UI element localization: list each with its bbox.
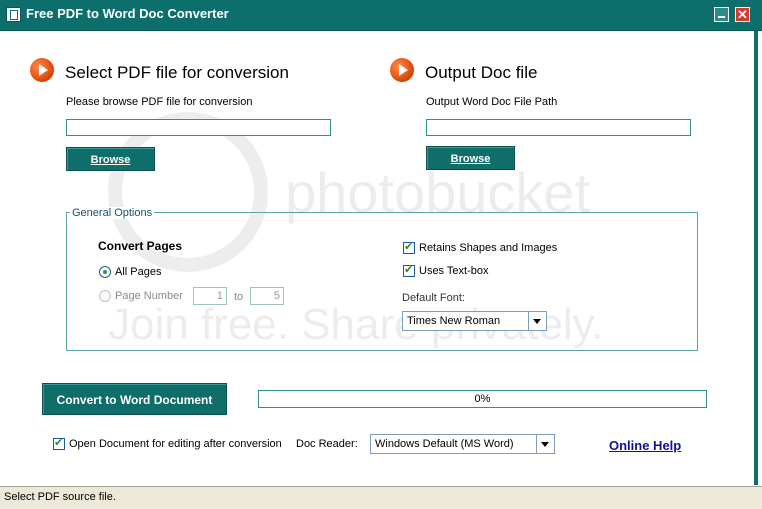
retain-shapes-label[interactable]: Retains Shapes and Images bbox=[419, 242, 557, 254]
play-arrow-icon bbox=[30, 58, 54, 82]
close-button[interactable]: ✕ bbox=[735, 7, 750, 22]
input-section-description: Please browse PDF file for conversion bbox=[66, 96, 253, 108]
page-to-input[interactable]: 5 bbox=[250, 287, 284, 305]
output-section-description: Output Word Doc File Path bbox=[426, 96, 558, 108]
default-font-value: Times New Roman bbox=[407, 315, 501, 327]
doc-reader-label: Doc Reader: bbox=[296, 438, 358, 450]
use-textbox-checkbox[interactable] bbox=[403, 263, 415, 277]
chevron-down-icon[interactable] bbox=[528, 312, 546, 330]
close-icon: ✕ bbox=[737, 7, 748, 22]
open-doc-label[interactable]: Open Document for editing after conversi… bbox=[69, 438, 282, 450]
input-section-heading: Select PDF file for conversion bbox=[65, 63, 289, 82]
default-font-label: Default Font: bbox=[402, 292, 465, 304]
general-options-group bbox=[66, 212, 698, 351]
page-range-to-label: to bbox=[234, 291, 244, 303]
convert-button[interactable]: Convert to Word Document bbox=[42, 383, 227, 415]
page-from-input[interactable]: 1 bbox=[193, 287, 227, 305]
status-text: Select PDF source file. bbox=[4, 491, 116, 503]
open-doc-checkbox[interactable] bbox=[53, 436, 65, 450]
output-section-heading: Output Doc file bbox=[425, 63, 538, 82]
chevron-down-icon[interactable] bbox=[536, 435, 554, 453]
progress-bar: 0% bbox=[258, 390, 707, 408]
browse-doc-button[interactable]: Browse bbox=[426, 146, 515, 170]
doc-path-input[interactable] bbox=[426, 119, 691, 136]
doc-reader-value: Windows Default (MS Word) bbox=[375, 438, 514, 450]
default-font-select[interactable]: Times New Roman bbox=[402, 311, 547, 331]
play-arrow-icon bbox=[390, 58, 414, 82]
status-bar: Select PDF source file. bbox=[0, 486, 762, 509]
page-number-radio[interactable] bbox=[99, 290, 111, 302]
all-pages-radio[interactable] bbox=[99, 266, 111, 278]
all-pages-label[interactable]: All Pages bbox=[115, 266, 161, 278]
general-options-label: General Options bbox=[70, 207, 155, 219]
convert-pages-title: Convert Pages bbox=[98, 239, 183, 253]
doc-reader-select[interactable]: Windows Default (MS Word) bbox=[370, 434, 555, 454]
page-number-label[interactable]: Page Number bbox=[115, 290, 183, 302]
progress-text: 0% bbox=[474, 393, 491, 405]
title-bar: Free PDF to Word Doc Converter ✕ bbox=[0, 0, 762, 31]
minimize-button[interactable] bbox=[714, 7, 729, 22]
use-textbox-label[interactable]: Uses Text-box bbox=[419, 265, 489, 277]
pdf-path-input[interactable] bbox=[66, 119, 331, 136]
browse-pdf-button[interactable]: Browse bbox=[66, 147, 155, 171]
online-help-link[interactable]: Online Help bbox=[609, 438, 681, 453]
window-title: Free PDF to Word Doc Converter bbox=[26, 6, 229, 21]
app-icon bbox=[6, 7, 21, 22]
retain-shapes-checkbox[interactable] bbox=[403, 240, 415, 254]
